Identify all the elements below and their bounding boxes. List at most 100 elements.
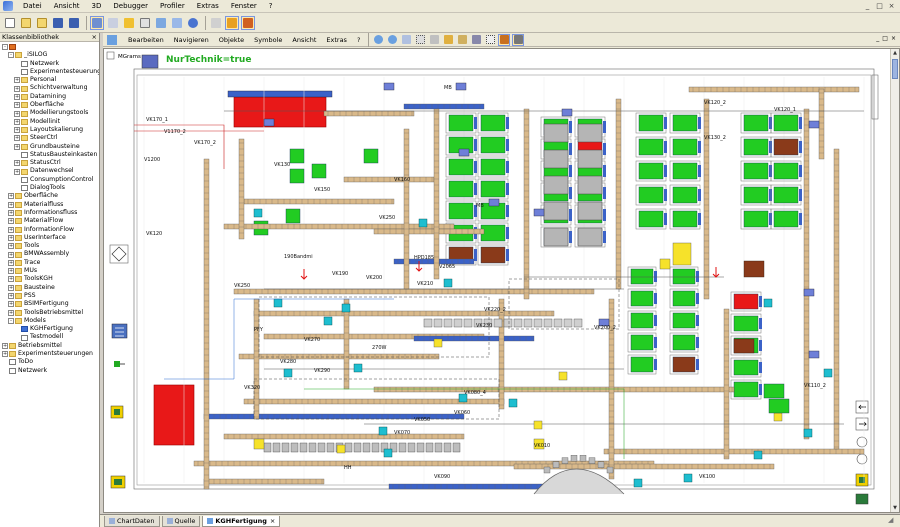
expand-icon[interactable]: + — [14, 135, 20, 142]
tree-item[interactable]: ConsumptionControl — [0, 176, 99, 184]
expand-icon[interactable]: + — [8, 309, 14, 316]
buffer[interactable] — [253, 438, 265, 450]
info-box[interactable] — [803, 288, 815, 297]
expand-icon[interactable]: + — [14, 168, 20, 175]
process-unit[interactable] — [463, 318, 473, 328]
blue-conveyor-top[interactable] — [227, 90, 333, 98]
menu-3d[interactable]: 3D — [86, 0, 108, 13]
menu-extras-inner[interactable]: Extras — [321, 36, 352, 44]
console-button[interactable] — [138, 16, 152, 30]
cyan-station[interactable] — [323, 316, 333, 326]
expand-icon[interactable]: + — [14, 143, 20, 150]
process-unit[interactable] — [453, 318, 463, 328]
expand-icon[interactable]: + — [8, 193, 14, 200]
process-unit[interactable] — [407, 442, 416, 453]
cyan-station[interactable] — [763, 298, 773, 308]
station-blocked[interactable] — [743, 260, 765, 278]
model-close-button[interactable]: × — [891, 35, 896, 42]
settings-button[interactable] — [512, 33, 525, 46]
panel-close-button[interactable]: × — [92, 33, 97, 42]
station[interactable] — [733, 359, 759, 376]
station[interactable] — [773, 162, 799, 180]
minimize-button[interactable]: _ — [863, 2, 872, 10]
tree-item[interactable]: DialogTools — [0, 184, 99, 192]
conveyor-vertical[interactable] — [433, 108, 440, 280]
info-box[interactable] — [533, 208, 545, 217]
info-box[interactable] — [808, 350, 820, 359]
station[interactable] — [638, 186, 664, 204]
station[interactable] — [743, 114, 769, 132]
tree-item[interactable]: - _iSILOG — [0, 51, 99, 59]
process-unit[interactable] — [326, 442, 335, 453]
attribute-button[interactable] — [470, 34, 482, 46]
tree-item[interactable]: - Models — [0, 317, 99, 325]
menu-ansicht[interactable]: Ansicht — [48, 0, 86, 13]
cyan-station[interactable] — [803, 428, 813, 438]
station[interactable] — [672, 356, 696, 373]
buffer[interactable] — [336, 444, 346, 454]
station[interactable] — [630, 334, 654, 351]
tab-kghfertigung[interactable]: KGHFertigung × — [202, 515, 281, 527]
station[interactable] — [743, 210, 769, 228]
station[interactable] — [480, 246, 506, 264]
exit-icon[interactable] — [855, 493, 869, 505]
cyan-station[interactable] — [283, 368, 293, 378]
expand-icon[interactable]: + — [14, 77, 20, 84]
tree-item[interactable]: + Informationsfluss — [0, 209, 99, 217]
station[interactable] — [733, 315, 759, 332]
conveyor[interactable] — [373, 386, 735, 393]
conveyor[interactable] — [233, 288, 595, 295]
maximize-button[interactable]: □ — [875, 2, 884, 10]
conveyor[interactable] — [323, 110, 415, 117]
process-unit[interactable] — [553, 318, 563, 328]
expand-icon[interactable]: + — [8, 268, 14, 275]
tree-item[interactable]: + Experimentsteuerungen — [0, 350, 99, 358]
station[interactable] — [773, 138, 799, 156]
class-library-tree[interactable]: - - _iSILOG Netzwerk Experimentesteuerung + Pe… — [0, 43, 99, 527]
info-box[interactable] — [455, 82, 467, 91]
expand-icon[interactable]: + — [14, 85, 20, 92]
station[interactable] — [672, 334, 696, 351]
cyan-station[interactable] — [633, 478, 643, 488]
conveyor[interactable] — [243, 198, 395, 205]
info-box[interactable] — [488, 198, 500, 207]
conveyor-vertical[interactable] — [203, 158, 210, 490]
machine[interactable] — [543, 201, 569, 221]
menu-bearbeiten[interactable]: Bearbeiten — [123, 36, 169, 44]
station[interactable] — [480, 114, 506, 132]
factory-layout-diagram[interactable]: MGrams NurTechnik=true VK170_1V1170_2VK1… — [104, 49, 891, 512]
tree-item[interactable]: ToDo — [0, 358, 99, 366]
zoom-in-button[interactable] — [372, 34, 384, 46]
expand-icon[interactable]: + — [8, 259, 14, 266]
tree-item[interactable]: + Oberfläche — [0, 192, 99, 200]
cyan-station[interactable] — [273, 298, 283, 308]
tree-item[interactable]: + Datenwechsel — [0, 167, 99, 175]
process-unit[interactable] — [299, 442, 308, 453]
process-unit[interactable] — [434, 442, 443, 453]
menu-profiler[interactable]: Profiler — [154, 0, 191, 13]
station[interactable] — [638, 114, 664, 132]
station[interactable] — [289, 168, 305, 184]
station[interactable] — [630, 290, 654, 307]
tree-item[interactable]: + Grundbausteine — [0, 143, 99, 151]
station[interactable] — [480, 180, 506, 198]
tree-item[interactable]: + Betriebsmittel — [0, 342, 99, 350]
process-unit[interactable] — [493, 318, 503, 328]
process-unit[interactable] — [344, 442, 353, 453]
tree-item[interactable]: + Bausteine — [0, 284, 99, 292]
model-canvas[interactable]: MGrams NurTechnik=true VK170_1 V1170_2 V… — [103, 48, 900, 513]
conveyor-vertical[interactable] — [833, 148, 840, 450]
buffer[interactable] — [659, 258, 671, 270]
expand-icon[interactable]: + — [8, 293, 14, 300]
info-box[interactable] — [808, 120, 820, 129]
collapse-icon[interactable]: - — [2, 44, 8, 51]
buffer[interactable] — [773, 412, 783, 422]
process-unit[interactable] — [398, 442, 407, 453]
scroll-thumb[interactable] — [892, 59, 898, 79]
save-button[interactable] — [51, 16, 65, 30]
station[interactable] — [768, 398, 790, 414]
machine[interactable] — [543, 123, 569, 143]
process-unit[interactable] — [573, 318, 583, 328]
help-button[interactable] — [186, 16, 200, 30]
station[interactable] — [763, 383, 785, 399]
